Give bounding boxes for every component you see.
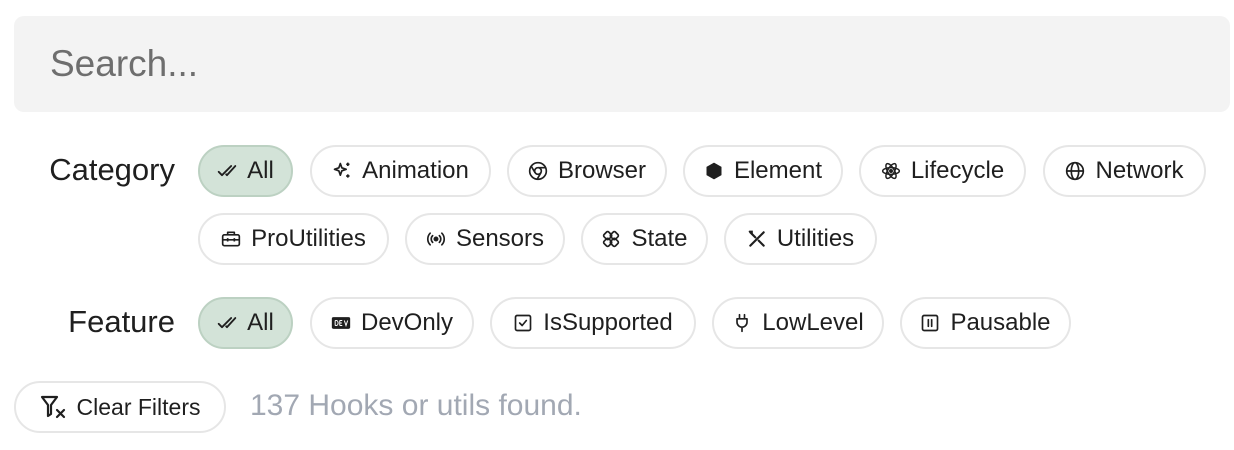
feature-chip-devonly[interactable]: DevOnly — [310, 297, 474, 349]
feature-chip-issupported[interactable]: IsSupported — [490, 297, 696, 349]
radio-icon — [426, 229, 446, 249]
chip-label: ProUtilities — [251, 225, 366, 252]
chip-label: LowLevel — [762, 309, 864, 336]
clear-filters-label: Clear Filters — [76, 393, 201, 420]
category-chip-state[interactable]: State — [581, 213, 708, 265]
results-count-text: 137 Hooks or utils found. — [250, 389, 582, 422]
chip-label: All — [247, 157, 274, 184]
category-chip-sensors[interactable]: Sensors — [405, 213, 565, 265]
category-chip-element[interactable]: Element — [683, 145, 843, 197]
hexagon-icon — [704, 161, 724, 181]
category-chip-network[interactable]: Network — [1043, 145, 1206, 197]
plug-icon — [732, 313, 752, 333]
filter-x-icon — [40, 394, 68, 420]
state-icon — [601, 229, 621, 249]
category-chip-utilities[interactable]: Utilities — [724, 213, 877, 265]
category-chip-animation[interactable]: Animation — [310, 145, 491, 197]
chip-label: Element — [733, 157, 823, 184]
category-chip-proutilities[interactable]: ProUtilities — [198, 213, 389, 265]
atom-icon — [881, 161, 901, 181]
chrome-icon — [528, 161, 548, 181]
chip-label: Utilities — [776, 225, 855, 252]
chip-label: All — [247, 309, 274, 336]
sparkles-icon — [332, 161, 352, 181]
chip-label: DevOnly — [360, 309, 454, 336]
check-check-icon — [217, 313, 237, 333]
chip-label: IsSupported — [543, 309, 673, 336]
chip-label: Pausable — [950, 309, 1051, 336]
feature-chip-pausable[interactable]: Pausable — [900, 297, 1071, 349]
search-input[interactable] — [14, 16, 1230, 112]
chip-label: Lifecycle — [910, 157, 1005, 184]
pause-box-icon — [920, 313, 940, 333]
feature-chip-all[interactable]: All — [198, 297, 293, 349]
tools-icon — [747, 229, 767, 249]
category-chip-lifecycle[interactable]: Lifecycle — [859, 145, 1026, 197]
dev-badge-icon — [331, 313, 351, 333]
toolbox-icon — [221, 229, 241, 249]
globe-icon — [1065, 161, 1085, 181]
check-check-icon — [217, 161, 237, 181]
category-chip-all[interactable]: All — [198, 145, 293, 197]
chip-label: Animation — [362, 157, 469, 184]
chip-label: Sensors — [455, 225, 545, 252]
feature-label: Feature — [68, 304, 175, 339]
chip-label: Network — [1095, 157, 1184, 184]
chip-label: State — [631, 225, 688, 252]
category-chip-browser[interactable]: Browser — [507, 145, 667, 197]
clear-filters-button[interactable]: Clear Filters — [14, 381, 226, 433]
checkbox-icon — [513, 313, 533, 333]
category-label: Category — [49, 152, 175, 187]
feature-chip-lowlevel[interactable]: LowLevel — [712, 297, 884, 349]
chip-label: Browser — [557, 157, 647, 184]
